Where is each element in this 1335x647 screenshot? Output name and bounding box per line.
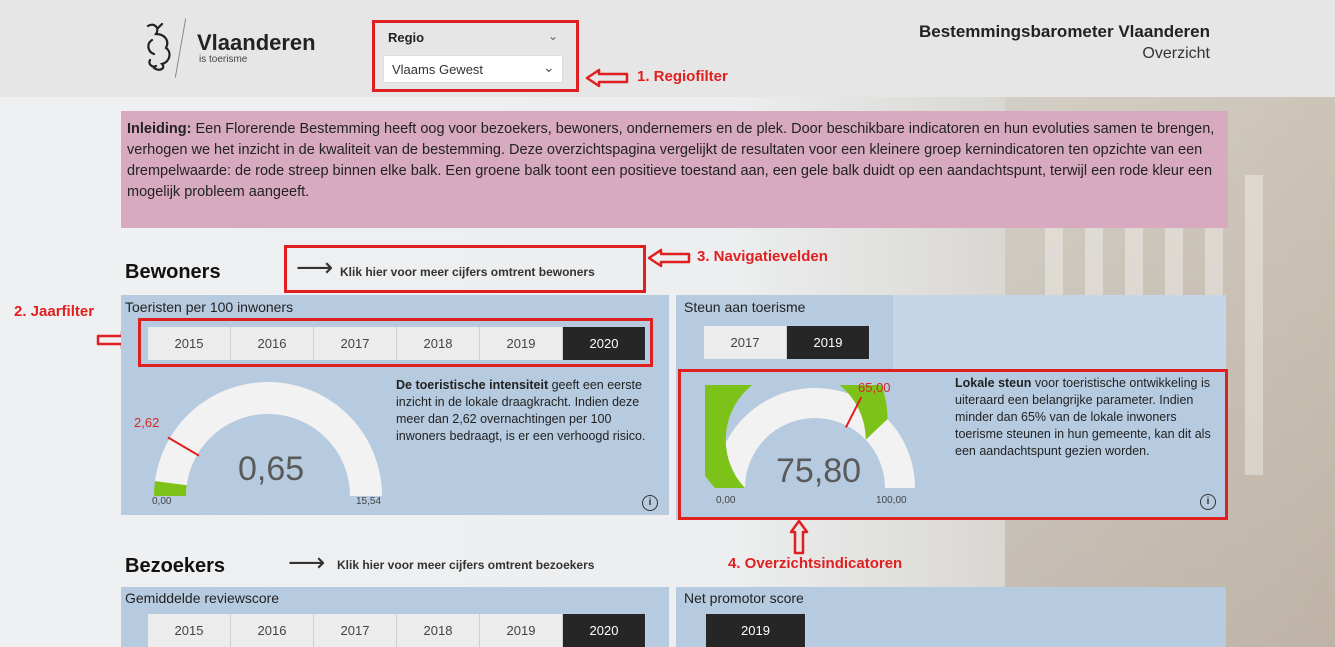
page-subtitle: Overzicht <box>1142 45 1210 62</box>
panel-steun-empty-area <box>893 295 1226 370</box>
year-button-2019[interactable]: 2019 <box>480 614 563 647</box>
arrow-left-icon <box>647 248 691 268</box>
panel-title-reviews: Gemiddelde reviewscore <box>125 590 280 606</box>
indicator-highlight <box>678 369 1228 520</box>
arrow-up-icon <box>789 519 809 555</box>
section-title-bezoekers: Bezoekers <box>125 555 226 577</box>
panel-title-nps: Net promotor score <box>684 590 804 606</box>
gauge-value-toeristen: 0,65 <box>238 450 305 488</box>
flemish-lion-icon <box>146 22 171 71</box>
gauge-target-toeristen: 2,62 <box>134 415 160 430</box>
year-button-2020[interactable]: 2020 <box>563 614 646 647</box>
description-toeristen: De toeristische intensiteit geeft een ee… <box>396 377 664 445</box>
info-icon[interactable]: i <box>642 495 658 511</box>
year-button-2019[interactable]: 2019 <box>787 326 870 359</box>
intro-text: Inleiding: Een Florerende Bestemming hee… <box>121 111 1228 228</box>
year-filter-highlight <box>138 318 653 367</box>
annotation-indicators: 4. Overzichtsindicatoren <box>728 555 903 572</box>
year-button-2015[interactable]: 2015 <box>148 614 231 647</box>
annotation-navigation: 3. Navigatievelden <box>697 248 828 265</box>
year-button-2017[interactable]: 2017 <box>314 614 397 647</box>
year-button-2018[interactable]: 2018 <box>397 614 480 647</box>
gauge-max-toeristen: 15,54 <box>356 496 382 507</box>
year-button-2019[interactable]: 2019 <box>706 614 806 647</box>
app-title: Bestemmingsbarometer Vlaanderen <box>919 22 1210 41</box>
brand-title: Vlaanderen <box>197 30 316 55</box>
section-title-bewoners: Bewoners <box>125 261 221 283</box>
annotation-region-filter: 1. Regiofilter <box>637 68 728 85</box>
description-bold-toeristen: De toeristische intensiteit <box>396 378 549 392</box>
navigation-highlight <box>284 245 646 293</box>
intro-body: Een Florerende Bestemming heeft oog voor… <box>127 121 1215 200</box>
nav-link-bezoekers[interactable]: Klik hier voor meer cijfers omtrent bezo… <box>337 558 594 572</box>
arrow-right-icon[interactable]: ⟶ <box>288 549 325 575</box>
panel-title-toeristen: Toeristen per 100 inwoners <box>125 299 294 315</box>
gauge-min-toeristen: 0,00 <box>152 496 172 507</box>
annotation-year-filter: 2. Jaarfilter <box>14 303 95 320</box>
panel-title-steun: Steun aan toerisme <box>684 299 806 315</box>
intro-lead: Inleiding: <box>127 121 192 137</box>
year-button-2017[interactable]: 2017 <box>704 326 787 359</box>
region-filter-highlight <box>372 20 579 92</box>
brand-subtitle: is toerisme <box>199 54 248 65</box>
arrow-left-icon <box>585 68 629 88</box>
year-button-2016[interactable]: 2016 <box>231 614 314 647</box>
